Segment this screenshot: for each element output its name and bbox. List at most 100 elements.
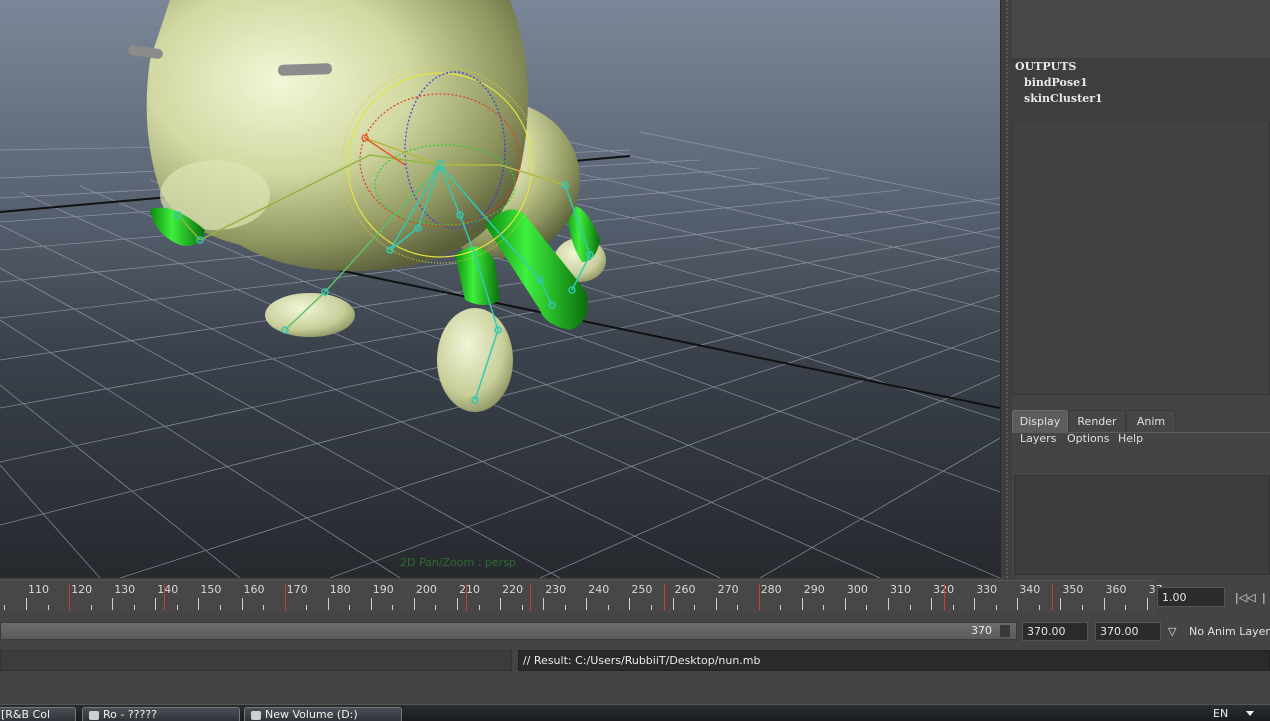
frame-label: 280 (760, 583, 782, 596)
keyframe-marker[interactable] (69, 584, 71, 610)
frame-tick (952, 605, 954, 610)
frame-label: 260 (674, 583, 696, 596)
frame-label: 290 (803, 583, 825, 596)
frame-tick (801, 598, 803, 610)
frame-label: 200 (415, 583, 437, 596)
playback-control-icon[interactable]: | (1262, 589, 1266, 607)
frame-tick (1017, 598, 1019, 610)
frame-tick (435, 605, 437, 610)
output-item-bindpose[interactable]: bindPose1 (1024, 76, 1088, 89)
frame-label: 210 (459, 583, 480, 596)
drive-icon (251, 710, 261, 720)
frame-tick (370, 598, 372, 610)
frame-tick (909, 605, 911, 610)
frame-tick (219, 605, 221, 610)
frame-tick (694, 605, 696, 610)
layer-list (1014, 475, 1270, 575)
frame-tick (1125, 605, 1127, 610)
command-input[interactable] (0, 650, 512, 671)
grid-axis-z (289, 259, 1000, 409)
range-slider-handle[interactable] (1000, 625, 1010, 637)
chevron-down-icon[interactable]: ▽ (1168, 622, 1176, 641)
frame-label: 310 (890, 583, 911, 596)
keyframe-marker[interactable] (944, 584, 946, 610)
frame-tick (866, 605, 868, 610)
time-slider[interactable]: 110 120 130 140 150 160 170 180 190 200 210 220 230 2… (0, 580, 1163, 613)
frame-tick (241, 598, 243, 610)
eye-right (277, 63, 332, 76)
anim-layer-selector[interactable]: No Anim Layer (1189, 622, 1270, 641)
scene-canvas[interactable] (0, 0, 1000, 578)
frame-tick (413, 598, 415, 610)
menu-layers[interactable]: Layers (1020, 432, 1056, 445)
frame-tick (715, 598, 717, 610)
frame-tick (155, 598, 157, 610)
frame-tick (176, 605, 178, 610)
frame-tick (844, 598, 846, 610)
frame-tick (457, 598, 458, 610)
taskbar: [R&B Col Ro - ????? New Volume (D:) EN (0, 704, 1270, 721)
outputs-section: OUTPUTS bindPose1 skinCluster1 (1012, 58, 1270, 122)
frame-tick (629, 598, 631, 610)
frame-tick (974, 598, 976, 610)
end-time-field[interactable]: 370.00 (1022, 622, 1088, 641)
keyframe-marker[interactable] (663, 584, 665, 610)
keyframe-marker[interactable] (530, 584, 532, 610)
frame-tick (931, 598, 933, 610)
frame-tick (112, 598, 114, 610)
taskbar-button-volume[interactable]: New Volume (D:) (244, 707, 402, 721)
step-back-icon[interactable]: |◁◁ (1235, 589, 1256, 607)
menu-options[interactable]: Options (1067, 432, 1109, 445)
channel-box-top (1012, 0, 1270, 58)
frame-tick (737, 605, 739, 610)
tab-render[interactable]: Render (1068, 410, 1126, 433)
frame-label: 340 (1019, 583, 1041, 596)
tab-display[interactable]: Display (1012, 410, 1068, 433)
keyframe-marker[interactable] (465, 584, 467, 610)
frame-label: 140 (157, 583, 179, 596)
playback-end-field[interactable]: 370.00 (1095, 622, 1161, 641)
app-icon (89, 710, 99, 720)
frame-label: 190 (372, 583, 394, 596)
command-result: // Result: C:/Users/RubbiiT/Desktop/nun.… (518, 650, 1270, 671)
frame-tick (586, 598, 588, 610)
frame-tick (995, 605, 997, 610)
frame-label: 240 (588, 583, 610, 596)
frame-tick (521, 605, 523, 610)
menu-help[interactable]: Help (1118, 432, 1143, 445)
frame-tick (26, 598, 27, 610)
help-line (0, 676, 1270, 702)
frame-tick (1038, 605, 1040, 610)
frame-label: 300 (846, 583, 868, 596)
frame-tick (47, 605, 49, 610)
keyframe-marker[interactable] (163, 584, 165, 610)
language-indicator[interactable]: EN (1213, 707, 1228, 720)
current-time-field[interactable]: 1.00 (1157, 587, 1225, 607)
output-item-skincluster[interactable]: skinCluster1 (1024, 92, 1103, 105)
frame-tick (823, 605, 825, 610)
frame-label: 250 (631, 583, 653, 596)
frame-label: 360 (1105, 583, 1127, 596)
keyframe-marker[interactable] (758, 584, 760, 610)
frame-tick (478, 605, 480, 610)
outputs-header: OUTPUTS (1015, 60, 1077, 73)
taskbar-button-rb[interactable]: [R&B Col (0, 707, 76, 721)
frame-tick (500, 598, 502, 610)
frame-label: 150 (200, 583, 222, 596)
keyframe-marker[interactable] (284, 584, 286, 610)
frame-tick (4, 605, 6, 610)
viewport-hud-label: 2D Pan/Zoom : persp (400, 556, 516, 569)
taskbar-button-label: [R&B Col (1, 708, 51, 721)
taskbar-button-ro[interactable]: Ro - ????? (82, 707, 240, 721)
keyframe-marker[interactable] (1051, 584, 1053, 610)
frame-tick (543, 598, 545, 610)
frame-tick (564, 605, 566, 610)
range-slider-bar: 370 370.00 370.00 ▽ No Anim Layer (0, 619, 1270, 645)
tray-arrow-icon[interactable] (1246, 711, 1254, 716)
perspective-viewport[interactable]: 2D Pan/Zoom : persp (0, 0, 1000, 578)
tab-anim[interactable]: Anim (1126, 410, 1176, 433)
command-line: // Result: C:/Users/RubbiiT/Desktop/nun.… (0, 648, 1270, 674)
frame-tick (306, 605, 308, 610)
frame-tick (672, 598, 674, 610)
range-slider[interactable]: 370 (0, 622, 1017, 640)
